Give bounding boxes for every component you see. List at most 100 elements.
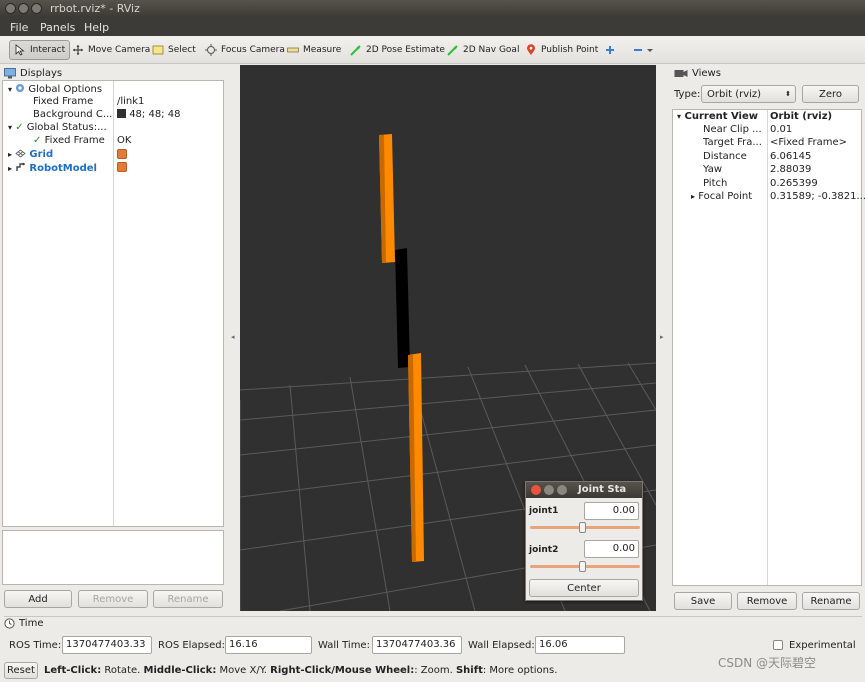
menu-file[interactable]: File [10,21,28,34]
shift-text: : More options. [482,665,558,676]
reset-button[interactable]: Reset [4,662,38,679]
tool-move-camera-label: Move Camera [88,45,151,55]
add-display-button[interactable]: Add [4,590,72,608]
tool-interact[interactable]: Interact [9,40,71,60]
grid-row[interactable]: ▸ Grid [8,149,53,162]
nav-goal-arrow-icon [447,45,458,56]
wall-time-label: Wall Time: [318,640,370,651]
middle-click-text: Move X/Y. [216,665,271,676]
joint2-value-field[interactable]: 0.00 [584,540,639,558]
plus-icon [606,46,614,54]
ros-time-field[interactable]: 1370477403.33 [62,636,152,654]
remove-tool-button[interactable] [628,40,660,60]
tool-focus-camera[interactable]: Focus Camera [201,40,289,60]
global-status-row[interactable]: ▾ ✓ Global Status:... [8,122,107,135]
tool-interact-label: Interact [30,45,66,55]
wall-time-field[interactable]: 1370477403.36 [372,636,462,654]
maximize-icon[interactable] [557,485,567,495]
focus-camera-icon [205,44,217,56]
left-click-key: Left-Click: [44,665,102,676]
views-tree[interactable]: ▾ Current View Orbit (rviz) Near Clip ..… [672,109,865,586]
robot-model-row[interactable]: ▸ RobotModel [8,162,97,175]
minimize-window-button[interactable] [18,3,29,14]
clock-icon [4,618,15,629]
title-bar: rrbot.rviz* - RViz [0,0,865,18]
tool-2d-pose-estimate-label: 2D Pose Estimate [366,45,445,55]
center-button[interactable]: Center [529,579,639,597]
save-view-button[interactable]: Save [674,592,732,610]
tool-publish-point[interactable]: Publish Point [521,40,602,60]
pitch-value[interactable]: 0.265399 [770,178,818,191]
near-clip-label: Near Clip ... [703,124,762,135]
left-click-text: Rotate. [101,665,144,676]
tool-2d-pose-estimate[interactable]: 2D Pose Estimate [346,40,449,60]
current-view-row[interactable]: ▾ Current View [677,111,758,124]
minimize-icon[interactable] [544,485,554,495]
close-window-button[interactable] [5,3,16,14]
yaw-value[interactable]: 2.88039 [770,164,811,177]
pose-estimate-arrow-icon [350,45,361,56]
checkbox-checked-icon [117,149,127,159]
fixed-frame-value[interactable]: /link1 [117,96,144,109]
global-options-label: Global Options [28,84,103,95]
3d-viewport[interactable]: Joint Sta joint1 0.00 joint2 0.00 Center [240,65,656,611]
displays-tree[interactable]: ▾ Global Options Fixed Frame /link1 Back… [2,80,224,527]
tool-measure[interactable]: Measure [283,40,345,60]
joint2-slider-handle[interactable] [579,561,586,572]
target-frame-label: Target Fra... [703,137,762,148]
expand-arrow-icon: ▾ [677,112,682,121]
toolbar: Interact Move Camera Select Focus Camera… [0,36,865,64]
tool-select[interactable]: Select [148,40,200,60]
view-type-value: Orbit (rviz) [707,88,762,100]
tool-move-camera[interactable]: Move Camera [68,40,154,60]
move-camera-icon [73,45,83,55]
close-icon[interactable] [531,485,541,495]
maximize-window-button[interactable] [31,3,42,14]
add-tool-button[interactable] [600,40,620,60]
status-fixed-frame-value: OK [117,135,132,146]
robot-icon [16,162,26,171]
grid-icon [15,149,26,158]
view-type-select[interactable]: Orbit (rviz) ⬍ [701,85,796,103]
near-clip-value[interactable]: 0.01 [770,124,792,137]
global-options-row[interactable]: ▾ Global Options [8,83,102,96]
ruler-icon [287,47,299,53]
background-color-value[interactable]: 48; 48; 48 [117,109,180,122]
joint1-value-field[interactable]: 0.00 [584,502,639,520]
remove-view-button[interactable]: Remove [737,592,797,610]
status-fixed-frame-row[interactable]: ✓ Fixed Frame [33,135,105,148]
focal-point-value[interactable]: 0.31589; -0.3821... [770,191,865,204]
expand-arrow-icon: ▾ [8,85,13,94]
experimental-checkbox[interactable] [773,640,783,650]
wall-elapsed-label: Wall Elapsed: [468,640,535,651]
ros-elapsed-field[interactable]: 16.16 [225,636,312,654]
distance-value[interactable]: 6.06145 [770,151,811,164]
joint1-slider-handle[interactable] [579,522,586,533]
views-title: Views [692,67,721,79]
collapse-arrow-icon: ▸ [8,164,13,173]
menu-panels[interactable]: Panels [40,21,75,34]
rename-view-button[interactable]: Rename [802,592,860,610]
robot-model-enable-checkbox[interactable] [117,162,127,175]
right-splitter-handle[interactable]: ▸ [660,333,664,341]
focal-point-row[interactable]: ▸ Focal Point [691,191,752,204]
tool-2d-nav-goal[interactable]: 2D Nav Goal [443,40,523,60]
zero-view-button[interactable]: Zero [802,85,859,103]
cursor-icon [15,44,25,56]
target-frame-value[interactable]: <Fixed Frame> [770,137,847,150]
rename-display-button[interactable]: Rename [153,590,223,608]
wall-elapsed-field[interactable]: 16.06 [535,636,625,654]
monitor-icon [4,67,16,78]
left-splitter-handle[interactable]: ◂ [231,333,235,341]
display-description-area [2,530,224,585]
focal-point-label: Focal Point [698,191,753,202]
experimental-label: Experimental [789,640,856,651]
status-help-text: Left-Click: Rotate. Middle-Click: Move X… [44,665,557,676]
right-click-key: Right-Click/Mouse Wheel: [270,665,415,676]
time-panel-header: Time [4,616,862,630]
watermark: CSDN @天际碧空 [718,656,817,670]
grid-enable-checkbox[interactable] [117,149,127,162]
background-color-text: 48; 48; 48 [129,109,181,120]
menu-help[interactable]: Help [84,21,109,34]
remove-display-button[interactable]: Remove [78,590,148,608]
